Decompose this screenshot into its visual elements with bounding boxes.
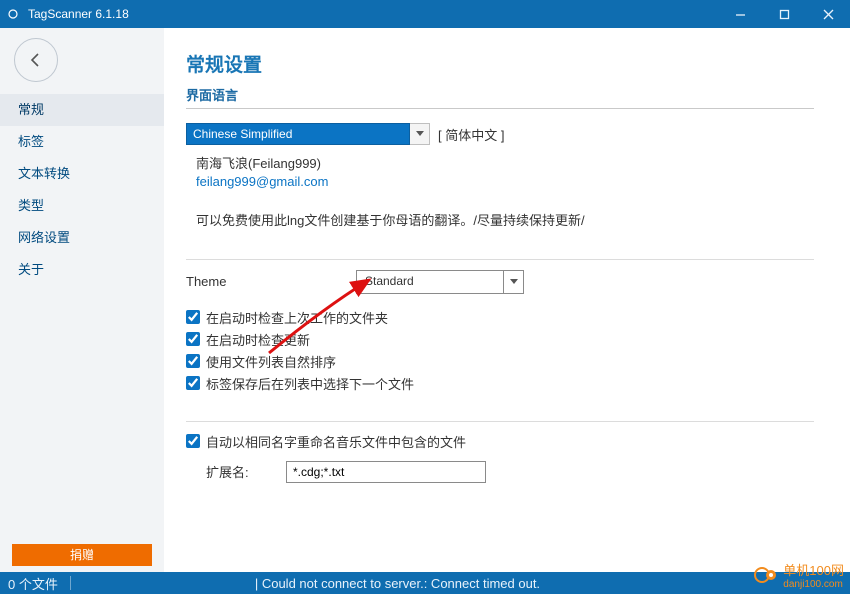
sidebar-item-general[interactable]: 常规: [0, 94, 164, 126]
check-next-after-save[interactable]: [186, 376, 200, 390]
theme-select-value: Standard: [356, 270, 504, 294]
check-natural-sort-label[interactable]: 使用文件列表自然排序: [206, 352, 336, 371]
check-updates[interactable]: [186, 332, 200, 346]
language-native-label: [ 简体中文 ]: [438, 125, 504, 144]
sidebar-item-textconv[interactable]: 文本转换: [0, 158, 164, 190]
extension-input[interactable]: [286, 461, 486, 483]
sidebar: 常规 标签 文本转换 类型 网络设置 关于 捐赠: [0, 28, 164, 572]
window-title: TagScanner 6.1.18: [26, 7, 718, 21]
close-button[interactable]: [806, 0, 850, 28]
chevron-down-icon[interactable]: [410, 123, 430, 145]
status-divider: [70, 576, 71, 590]
sidebar-item-network[interactable]: 网络设置: [0, 222, 164, 254]
divider: [186, 421, 814, 422]
translation-note: 可以免费使用此lng文件创建基于你母语的翻译。/尽量持续保持更新/: [196, 211, 814, 231]
back-button[interactable]: [14, 38, 58, 82]
sidebar-item-types[interactable]: 类型: [0, 190, 164, 222]
sidebar-item-label: 类型: [18, 198, 44, 213]
minimize-button[interactable]: [718, 0, 762, 28]
language-select[interactable]: Chinese Simplified: [186, 123, 430, 145]
app-icon: [0, 0, 26, 28]
watermark-url: danji100.com: [783, 579, 844, 590]
translator-name: 南海飞浪(Feilang999): [196, 153, 814, 172]
check-rename-contained-label[interactable]: 自动以相同名字重命名音乐文件中包含的文件: [206, 432, 466, 451]
check-rename-contained[interactable]: [186, 434, 200, 448]
watermark-name: 单机100网: [783, 560, 844, 579]
check-updates-label[interactable]: 在启动时检查更新: [206, 330, 310, 349]
theme-select[interactable]: Standard: [356, 270, 524, 294]
divider: [186, 108, 814, 109]
statusbar: 0 个文件 | Could not connect to server.: Co…: [0, 572, 850, 594]
language-select-value: Chinese Simplified: [186, 123, 410, 145]
donate-button[interactable]: 捐赠: [12, 544, 152, 566]
chevron-down-icon[interactable]: [504, 270, 524, 294]
divider: [186, 259, 814, 260]
check-natural-sort[interactable]: [186, 354, 200, 368]
check-last-folder-label[interactable]: 在启动时检查上次工作的文件夹: [206, 308, 388, 327]
sidebar-item-label: 文本转换: [18, 166, 70, 181]
watermark: 单机100网 danji100.com: [753, 560, 844, 590]
content-pane: 常规设置 界面语言 Chinese Simplified [ 简体中文 ] 南海…: [164, 28, 850, 572]
maximize-button[interactable]: [762, 0, 806, 28]
check-last-folder[interactable]: [186, 310, 200, 324]
sidebar-item-label: 常规: [18, 102, 44, 117]
sidebar-item-tags[interactable]: 标签: [0, 126, 164, 158]
page-title: 常规设置: [186, 50, 814, 77]
sidebar-item-label: 关于: [18, 262, 44, 277]
sidebar-item-label: 网络设置: [18, 230, 70, 245]
translator-email[interactable]: feilang999@gmail.com: [196, 174, 814, 189]
sidebar-item-label: 标签: [18, 134, 44, 149]
status-message: | Could not connect to server.: Connect …: [75, 576, 850, 591]
extension-label: 扩展名:: [186, 462, 286, 481]
section-language-label: 界面语言: [186, 85, 814, 104]
theme-label: Theme: [186, 274, 356, 289]
status-file-count: 0 个文件: [0, 574, 66, 593]
check-next-after-save-label[interactable]: 标签保存后在列表中选择下一个文件: [206, 374, 414, 393]
sidebar-item-about[interactable]: 关于: [0, 254, 164, 286]
